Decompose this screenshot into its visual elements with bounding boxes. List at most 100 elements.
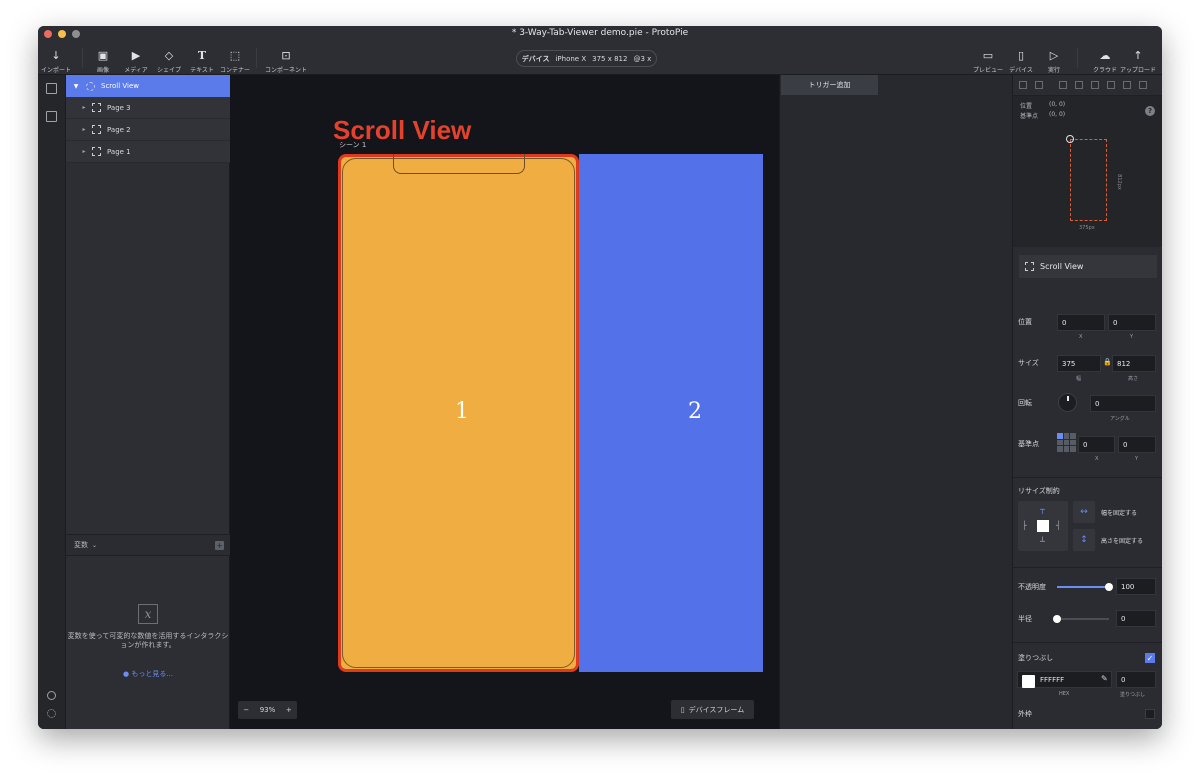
layers-panel: ▼ Scroll View ▸ Page 3 ▸ Page 2 ▸ Page 1	[66, 75, 230, 729]
layer-page-2[interactable]: ▸ Page 2	[66, 119, 230, 141]
user-icon[interactable]	[47, 691, 56, 700]
settings-gear-icon[interactable]	[47, 709, 56, 718]
object-name-field[interactable]: Scroll View	[1019, 255, 1157, 278]
expand-caret-icon[interactable]: ▸	[80, 104, 88, 111]
expand-caret-icon[interactable]: ▼	[66, 83, 86, 90]
position-y-input[interactable]: 0	[1108, 314, 1156, 331]
canvas[interactable]: Scroll View シーン 1 2 1 − 93% + ▯ デバイスフレーム	[230, 75, 779, 729]
upload-label: アップロード	[1119, 67, 1156, 74]
pin-left-icon[interactable]: ├	[1022, 521, 1027, 530]
page-1-frame[interactable]: 1	[338, 154, 579, 672]
layers-panel-icon[interactable]	[46, 83, 57, 94]
fill-checkbox[interactable]: ✓	[1145, 653, 1155, 663]
radius-slider-thumb[interactable]	[1053, 615, 1061, 623]
rotation-knob[interactable]	[1058, 393, 1077, 412]
triggers-panel: トリガー追加	[779, 75, 1012, 729]
fix-width-button[interactable]: ↔	[1073, 501, 1095, 523]
expand-caret-icon[interactable]: ▸	[80, 126, 88, 133]
pin-right-icon[interactable]: ┤	[1056, 521, 1061, 530]
device-frame-button[interactable]: ▯ デバイスフレーム	[671, 700, 754, 719]
window-title: * 3-Way-Tab-Viewer demo.pie - ProtoPie	[511, 28, 689, 38]
add-variable-button[interactable]: +	[215, 541, 224, 550]
anchor-x-input[interactable]: 0	[1078, 436, 1115, 453]
radius-label: 半径	[1018, 615, 1032, 623]
align-top-icon[interactable]	[1107, 81, 1115, 89]
layer-label: Page 1	[107, 147, 131, 156]
container-button[interactable]: ⬚ コンテナー	[215, 48, 255, 75]
expand-caret-icon[interactable]: ▸	[80, 148, 88, 155]
run-button[interactable]: ▷ 実行	[1034, 48, 1074, 75]
components-panel-icon[interactable]	[46, 111, 57, 122]
device-selector-label: デバイス	[521, 54, 550, 63]
lock-icon[interactable]: 🔒	[1103, 358, 1112, 366]
fix-height-button[interactable]: ↕	[1073, 529, 1095, 551]
align-left-icon[interactable]	[1059, 81, 1067, 89]
device-scale: @3 x	[633, 54, 652, 63]
zoom-in-button[interactable]: +	[286, 706, 292, 714]
variables-header[interactable]: 変数 ⌄ +	[66, 534, 230, 556]
preview-icon: ▭	[982, 48, 994, 62]
device-selector[interactable]: デバイス iPhone X 375 x 812 @3 x	[516, 50, 657, 67]
align-icon[interactable]	[1035, 81, 1043, 89]
device-notch	[393, 154, 525, 174]
rotation-input[interactable]: 0	[1090, 395, 1156, 412]
page-2-frame[interactable]: 2	[579, 154, 763, 672]
radius-slider[interactable]	[1053, 615, 1109, 623]
fill-opacity-input[interactable]: 0	[1116, 671, 1156, 688]
eyedropper-icon[interactable]: ✎	[1101, 674, 1108, 683]
anchor-x-sublabel: X	[1095, 456, 1099, 462]
preview-position-value: (0, 0)	[1049, 101, 1066, 108]
anchor-y-input[interactable]: 0	[1118, 436, 1156, 453]
properties-panel: 位置 (0, 0) 基準点 (0, 0) ? 375px 812px Scrol…	[1012, 75, 1162, 729]
preview-height: 812px	[1115, 174, 1122, 190]
opacity-slider-thumb[interactable]	[1105, 583, 1113, 591]
border-checkbox[interactable]	[1145, 709, 1155, 719]
anchor-grid[interactable]	[1057, 433, 1076, 452]
scene-label: シーン 1	[339, 141, 367, 149]
radius-input[interactable]: 0	[1116, 610, 1156, 627]
align-right-icon[interactable]	[1091, 81, 1099, 89]
hex-sublabel: HEX	[1059, 691, 1070, 697]
add-trigger-button[interactable]: トリガー追加	[781, 75, 878, 95]
text-label: テキスト	[190, 67, 214, 74]
titlebar: * 3-Way-Tab-Viewer demo.pie - ProtoPie ↓…	[38, 26, 1162, 75]
layer-page-1[interactable]: ▸ Page 1	[66, 141, 230, 163]
border-label: 外枠	[1018, 710, 1032, 718]
preview-width: 375px	[1079, 225, 1095, 231]
help-icon[interactable]: ?	[1145, 106, 1155, 116]
width-input[interactable]: 375	[1057, 355, 1101, 372]
component-button[interactable]: ⊡ コンポーネント	[265, 48, 307, 75]
layer-label: Page 2	[107, 125, 131, 134]
resize-constraints-label: リサイズ制約	[1018, 487, 1060, 495]
width-sublabel: 幅	[1076, 376, 1082, 382]
object-name: Scroll View	[1040, 262, 1084, 271]
align-center-icon[interactable]	[1075, 81, 1083, 89]
align-middle-icon[interactable]	[1123, 81, 1131, 89]
shape-label: シェイプ	[156, 67, 181, 74]
resize-constraints-box[interactable]: ┬ ├ ┤ ┴	[1018, 501, 1068, 551]
text-icon: T	[197, 48, 207, 62]
height-input[interactable]: 812	[1112, 355, 1156, 372]
device-size: 375 x 812	[592, 54, 628, 63]
upload-button[interactable]: ↑ アップロード	[1118, 48, 1158, 75]
image-label: 画像	[96, 67, 109, 74]
rotation-sublabel: アングル	[1110, 416, 1130, 422]
align-bottom-icon[interactable]	[1139, 81, 1147, 89]
zoom-out-button[interactable]: −	[243, 706, 249, 714]
opacity-slider[interactable]	[1057, 583, 1113, 591]
device-frame-label: デバイスフレーム	[688, 705, 745, 714]
position-x-input[interactable]: 0	[1057, 314, 1105, 331]
pin-top-icon[interactable]: ┬	[1040, 505, 1045, 514]
align-icon[interactable]	[1019, 81, 1027, 89]
opacity-input[interactable]: 100	[1116, 578, 1156, 595]
image-icon: ▣	[97, 48, 109, 62]
import-icon: ↓	[51, 48, 61, 62]
layer-scroll-view[interactable]: ▼ Scroll View	[66, 75, 230, 97]
import-button[interactable]: ↓ インポート	[38, 48, 76, 75]
learn-more-link[interactable]: ● もっと見る...	[66, 669, 230, 679]
section-divider	[1013, 477, 1162, 478]
pin-bottom-icon[interactable]: ┴	[1040, 537, 1045, 546]
cloud-label: クラウド	[1092, 67, 1117, 74]
layer-page-3[interactable]: ▸ Page 3	[66, 97, 230, 119]
fill-color-swatch[interactable]	[1022, 675, 1035, 688]
